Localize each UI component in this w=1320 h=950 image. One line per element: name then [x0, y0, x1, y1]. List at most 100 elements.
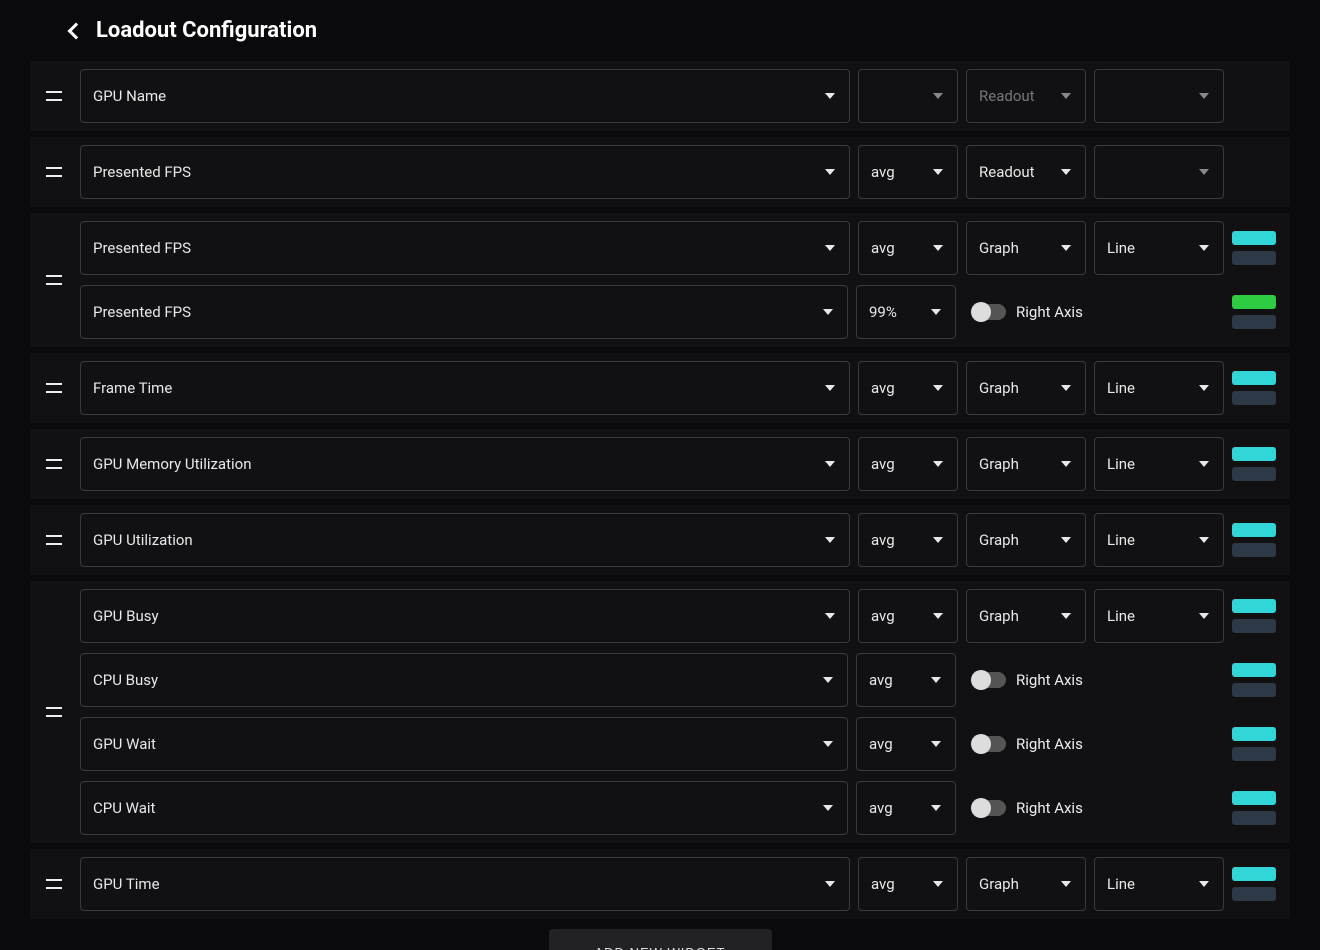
color-swatch[interactable]	[1232, 251, 1276, 265]
color-swatch[interactable]	[1232, 543, 1276, 557]
metric-select[interactable]: CPU Wait	[80, 781, 848, 835]
metric-select[interactable]: GPU Memory Utilization	[80, 437, 850, 491]
widget-type-select-value: Graph	[979, 531, 1019, 549]
widget-card: GPU TimeavgGraphLine	[30, 849, 1290, 919]
color-swatch[interactable]	[1232, 683, 1276, 697]
plot-style-select[interactable]	[1094, 145, 1224, 199]
widget-list: GPU NameReadoutPresented FPSavgReadoutPr…	[30, 61, 1290, 919]
plot-style-select[interactable]: Line	[1094, 361, 1224, 415]
drag-column	[38, 361, 70, 415]
drag-handle-icon[interactable]	[46, 459, 62, 469]
metric-select[interactable]: Presented FPS	[80, 145, 850, 199]
widget-row: Presented FPSavg Readout	[80, 145, 1282, 199]
drag-handle-icon[interactable]	[46, 91, 62, 101]
plot-style-select-value: Line	[1107, 455, 1135, 473]
chevron-down-icon	[1061, 385, 1071, 391]
metric-select[interactable]: GPU Wait	[80, 717, 848, 771]
plot-style-select[interactable]: Line	[1094, 589, 1224, 643]
color-swatch[interactable]	[1232, 295, 1276, 309]
aggregation-cell: avg	[856, 717, 956, 771]
plot-style-select[interactable]: Line	[1094, 437, 1224, 491]
drag-handle-icon[interactable]	[46, 275, 62, 285]
style-cell: Line	[1094, 589, 1224, 643]
aggregation-select[interactable]: avg	[858, 221, 958, 275]
aggregation-select[interactable]: avg	[858, 361, 958, 415]
color-swatch[interactable]	[1232, 523, 1276, 537]
metric-select-value: Presented FPS	[93, 303, 191, 321]
toggle-switch[interactable]	[972, 800, 1006, 816]
toggle-switch[interactable]	[972, 304, 1006, 320]
plot-style-select-value: Line	[1107, 239, 1135, 257]
aggregation-select[interactable]: avg	[858, 437, 958, 491]
toggle-switch[interactable]	[972, 736, 1006, 752]
color-swatch[interactable]	[1232, 391, 1276, 405]
aggregation-select[interactable]: avg	[858, 145, 958, 199]
widget-type-select[interactable]: Readout	[966, 145, 1086, 199]
drag-handle-icon[interactable]	[46, 535, 62, 545]
chevron-down-icon	[823, 309, 833, 315]
metric-select[interactable]: CPU Busy	[80, 653, 848, 707]
metric-select[interactable]: Presented FPS	[80, 221, 850, 275]
aggregation-select[interactable]: avg	[858, 513, 958, 567]
drag-handle-icon[interactable]	[46, 167, 62, 177]
swatch-cell	[1232, 857, 1282, 911]
aggregation-select[interactable]: avg	[856, 717, 956, 771]
metric-select[interactable]: Presented FPS	[80, 285, 848, 339]
aggregation-select[interactable]: avg	[856, 653, 956, 707]
color-swatch[interactable]	[1232, 747, 1276, 761]
widget-type-select-value: Readout	[979, 163, 1035, 181]
color-swatch[interactable]	[1232, 447, 1276, 461]
back-icon[interactable]	[68, 22, 85, 39]
color-swatch[interactable]	[1232, 231, 1276, 245]
aggregation-select[interactable]: avg	[858, 589, 958, 643]
widget-type-select[interactable]: Graph	[966, 857, 1086, 911]
plot-style-select[interactable]: Line	[1094, 513, 1224, 567]
widget-type-select[interactable]: Graph	[966, 513, 1086, 567]
toggle-switch[interactable]	[972, 672, 1006, 688]
color-swatch[interactable]	[1232, 663, 1276, 677]
metric-select-value: Frame Time	[93, 379, 172, 397]
drag-handle-icon[interactable]	[46, 383, 62, 393]
color-swatch[interactable]	[1232, 619, 1276, 633]
color-swatch[interactable]	[1232, 811, 1276, 825]
color-swatch[interactable]	[1232, 727, 1276, 741]
bottom-actions: ADD NEW WIDGET SAVE LOAD	[30, 929, 1290, 950]
metric-select[interactable]: GPU Time	[80, 857, 850, 911]
metric-select[interactable]: GPU Name	[80, 69, 850, 123]
drag-column	[38, 437, 70, 491]
toggle-zone: Right Axis	[964, 735, 1224, 753]
plot-style-select[interactable]: Line	[1094, 857, 1224, 911]
color-swatch[interactable]	[1232, 467, 1276, 481]
rows-column: Presented FPSavgGraphLinePresented FPS99…	[80, 221, 1282, 339]
widget-type-select[interactable]: Graph	[966, 221, 1086, 275]
chevron-down-icon	[1061, 461, 1071, 467]
plot-style-select[interactable]: Line	[1094, 221, 1224, 275]
type-cell: Readout	[966, 69, 1086, 123]
color-swatch[interactable]	[1232, 371, 1276, 385]
add-widget-button[interactable]: ADD NEW WIDGET	[549, 929, 772, 950]
chevron-down-icon	[1061, 245, 1071, 251]
widget-type-select[interactable]: Graph	[966, 589, 1086, 643]
aggregation-select[interactable]: avg	[856, 781, 956, 835]
aggregation-select-value: 99%	[869, 303, 897, 321]
drag-handle-icon[interactable]	[46, 707, 62, 717]
widget-row: GPU Waitavg Right Axis	[80, 717, 1282, 771]
color-swatch[interactable]	[1232, 887, 1276, 901]
color-swatch[interactable]	[1232, 315, 1276, 329]
metric-select[interactable]: GPU Busy	[80, 589, 850, 643]
aggregation-select[interactable]: 99%	[856, 285, 956, 339]
metric-select[interactable]: GPU Utilization	[80, 513, 850, 567]
metric-select[interactable]: Frame Time	[80, 361, 850, 415]
aggregation-select[interactable]: avg	[858, 857, 958, 911]
drag-handle-icon[interactable]	[46, 879, 62, 889]
plot-style-select[interactable]	[1094, 69, 1224, 123]
widget-type-select[interactable]: Graph	[966, 437, 1086, 491]
widget-type-select[interactable]: Graph	[966, 361, 1086, 415]
color-swatch[interactable]	[1232, 867, 1276, 881]
color-swatch[interactable]	[1232, 791, 1276, 805]
metric-cell: Presented FPS	[80, 285, 848, 339]
color-swatch[interactable]	[1232, 599, 1276, 613]
aggregation-cell: avg	[856, 653, 956, 707]
plot-style-select-value: Line	[1107, 531, 1135, 549]
type-cell: Graph	[966, 221, 1086, 275]
